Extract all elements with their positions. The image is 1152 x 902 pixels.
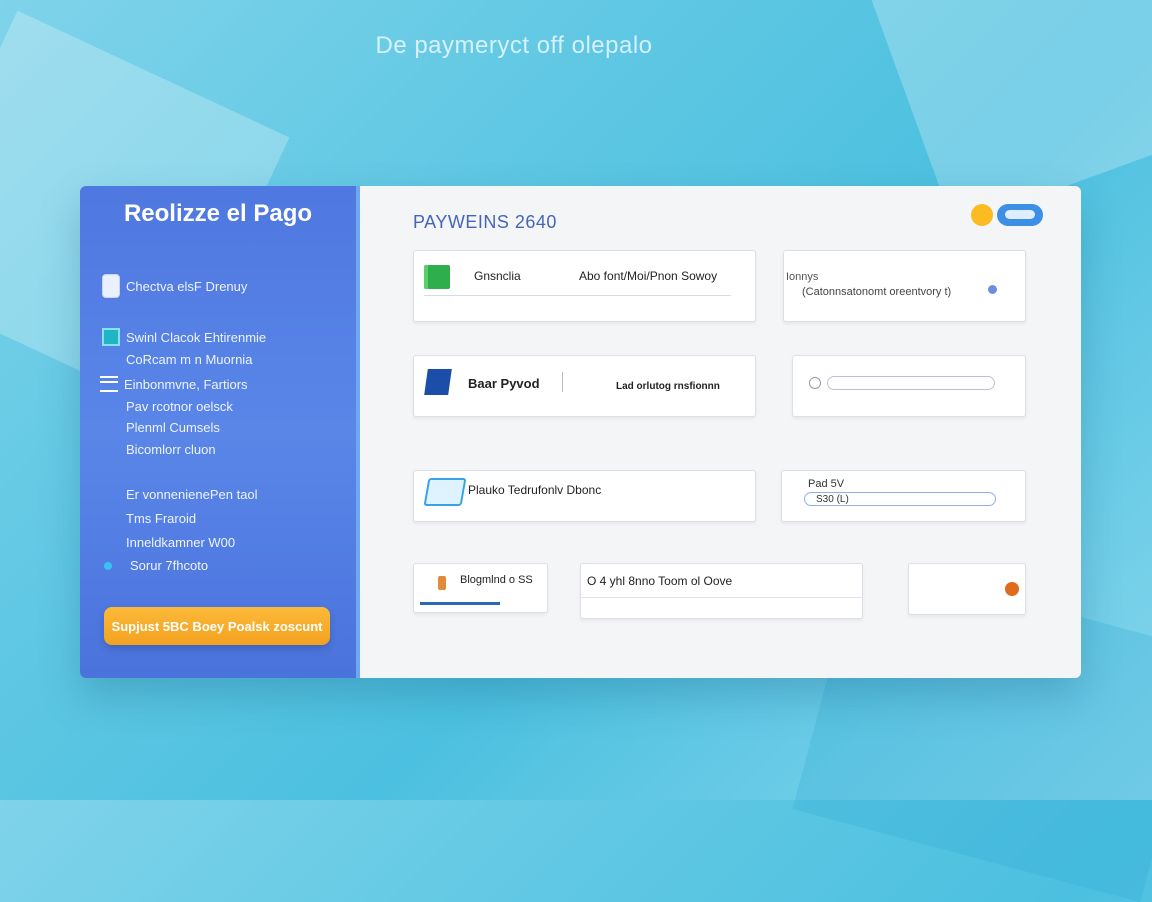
- bag-icon: [438, 576, 446, 590]
- option-label: Plauko Tedrufonlv Dbonc: [468, 483, 602, 497]
- checkbox-icon: [102, 328, 120, 346]
- payment-option-card[interactable]: Plauko Tedrufonlv Dbonc: [413, 470, 756, 522]
- bank-logo-icon: [424, 369, 452, 395]
- orange-dot-icon: [1005, 582, 1019, 596]
- main-title: PAYWEINS 2640: [413, 212, 557, 232]
- menu-icon: [100, 376, 118, 392]
- option-label: Gnsnclia: [474, 269, 521, 283]
- option-label: O 4 yhl 8nno Toom ol Oove: [587, 574, 733, 588]
- divider: [562, 372, 563, 392]
- submit-payment-button[interactable]: Supjust 5BC Boey Poalsk zoscunt: [104, 607, 330, 645]
- option-description: (Catonnsatonomt oreentvory t): [802, 286, 952, 298]
- credit-card-icon[interactable]: [997, 204, 1043, 226]
- progress-bar: [420, 602, 500, 605]
- option-description: Abo font/Moi/Pnon Sowoy: [579, 269, 718, 283]
- left-item-6: Plenml Cumsels: [126, 420, 220, 435]
- left-item-5: Pav rcotnor oelsck: [126, 399, 233, 414]
- payment-option-card[interactable]: Gnsnclia Abo font/Moi/Pnon Sowoy: [413, 250, 756, 322]
- header-icons: [971, 204, 1043, 226]
- left-item-8: Er vonnenienePen taol: [126, 487, 258, 502]
- left-item-11: Sorur 7fhcoto: [104, 558, 208, 573]
- payment-option-panel[interactable]: Ionnys (Catonnsatonomt oreentvory t): [783, 250, 1026, 322]
- left-panel: Reolizze el Pago Chectva elsF Drenuy Swi…: [80, 186, 360, 678]
- card-icon: [102, 274, 120, 298]
- payment-option-card[interactable]: Baar Pyvod Lad orlutog rnsfionnn: [413, 355, 756, 417]
- left-item-9: Tms Fraroid: [126, 511, 197, 526]
- card-logo-icon: [423, 478, 467, 506]
- left-item-label: Einbonmvne, Fartiors: [124, 376, 248, 392]
- amount-value: S30 (L): [816, 494, 849, 505]
- divider: [424, 295, 731, 296]
- page-heading: De paymeryct off olepalo: [375, 32, 653, 59]
- payment-input-panel: Pad 5V S30 (L): [781, 470, 1026, 522]
- left-item-3: CoRcam m n Muornia: [126, 352, 253, 367]
- radio-icon[interactable]: [988, 285, 997, 294]
- input-field[interactable]: [827, 376, 995, 390]
- coin-icon: [971, 204, 993, 226]
- option-label: Ionnys: [786, 271, 819, 283]
- left-item-7: Bicomlorr cluon: [126, 442, 216, 457]
- left-item-label: Swinl Clacok Ehtirenmie: [126, 329, 267, 345]
- left-item-label: Chectva elsF Drenuy: [126, 278, 248, 294]
- left-item-1[interactable]: Chectva elsF Drenuy: [102, 274, 247, 298]
- left-item-10: Inneldkamner W00: [126, 535, 236, 550]
- divider: [581, 597, 862, 598]
- option-label: Blogmlnd o SS: [460, 574, 533, 586]
- payment-option-card[interactable]: [908, 563, 1026, 615]
- option-label: Baar Pyvod: [468, 376, 540, 391]
- payment-option-card[interactable]: Blogmlnd o SS: [413, 563, 548, 613]
- left-item-4[interactable]: Einbonmvne, Fartiors: [100, 376, 248, 392]
- wallet-icon: [424, 265, 450, 289]
- left-item-label: Sorur 7fhcoto: [130, 558, 209, 573]
- option-description: Lad orlutog rnsfionnn: [616, 381, 720, 392]
- left-item-2[interactable]: Swinl Clacok Ehtirenmie: [102, 328, 266, 346]
- dot-icon: [104, 561, 112, 570]
- main-panel: PAYWEINS 2640 Gnsnclia Abo font/Moi/Pnon…: [360, 186, 1081, 678]
- payment-input-panel: [792, 355, 1026, 417]
- payment-option-card[interactable]: O 4 yhl 8nno Toom ol Oove: [580, 563, 863, 619]
- search-icon: [809, 377, 821, 389]
- payment-card: Reolizze el Pago Chectva elsF Drenuy Swi…: [80, 186, 1081, 678]
- left-panel-title: Reolizze el Pago: [123, 200, 313, 227]
- field-label: Pad 5V: [808, 478, 845, 490]
